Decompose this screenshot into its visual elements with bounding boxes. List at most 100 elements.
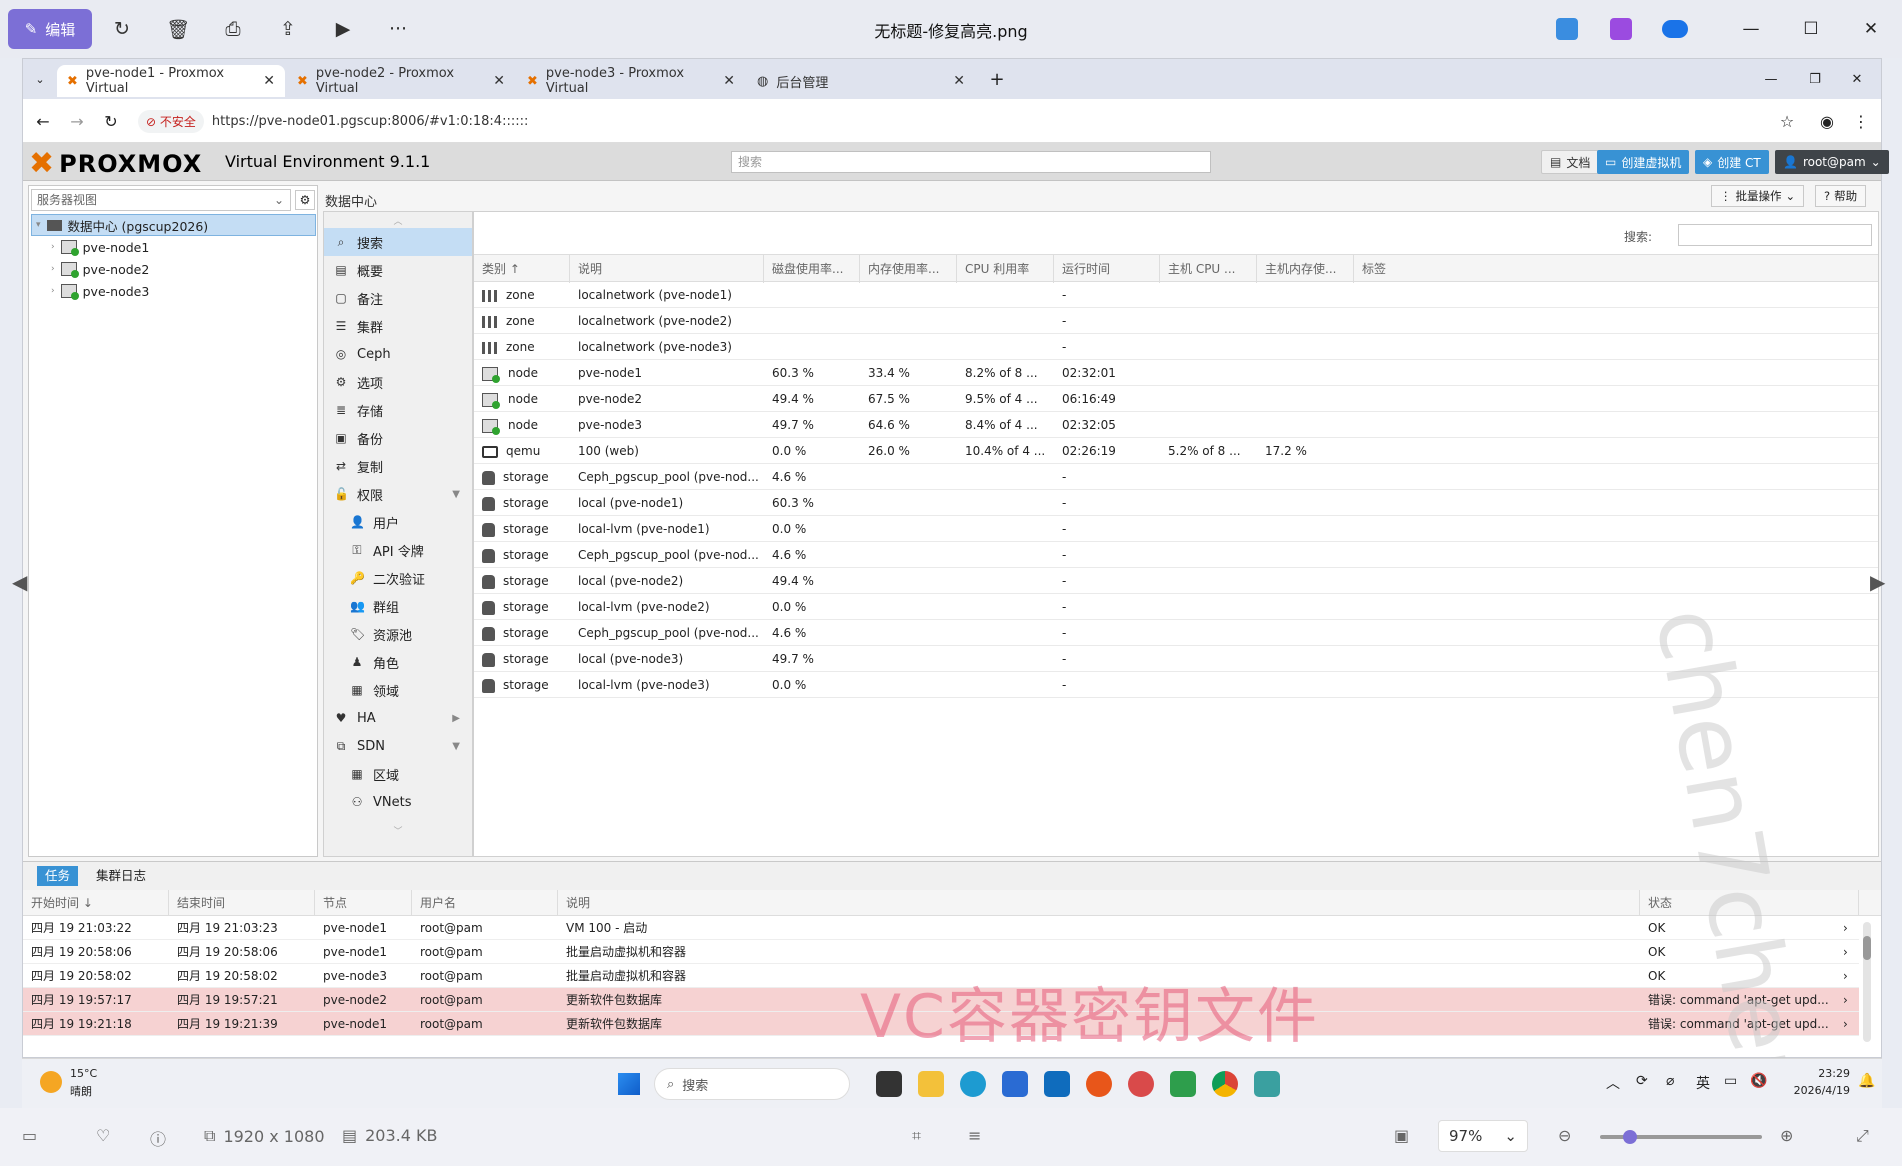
- scan-icon[interactable]: ⌗: [912, 1126, 921, 1146]
- task-row[interactable]: 四月 19 19:21:18 四月 19 19:21:39 pve-node1 roo…: [23, 1012, 1859, 1036]
- column-header-memory[interactable]: 内存使用率...: [860, 255, 957, 283]
- grid-row[interactable]: zone localnetwork (pve-node1) -: [474, 282, 1878, 308]
- menu-item-storage[interactable]: ≣ 存储: [324, 396, 472, 424]
- tray-display-icon[interactable]: ▭: [1724, 1073, 1737, 1089]
- back-icon[interactable]: ←: [31, 109, 55, 133]
- insecure-badge[interactable]: ⊘ 不安全: [138, 109, 204, 133]
- scroll-up-icon[interactable]: ︿: [324, 212, 472, 228]
- tab-close-icon[interactable]: ✕: [953, 73, 965, 89]
- chevron-right-icon[interactable]: ›: [1835, 916, 1855, 940]
- tree-item-pve-node1[interactable]: › pve-node1: [31, 236, 316, 258]
- chevron-right-icon[interactable]: ›: [1835, 964, 1855, 988]
- forward-icon[interactable]: →: [65, 109, 89, 133]
- bulk-actions-button[interactable]: ⋮ 批量操作 ⌄: [1711, 185, 1805, 207]
- menu-item-replication[interactable]: ⇄ 复制: [324, 452, 472, 480]
- column-header-node[interactable]: 节点: [315, 890, 412, 916]
- global-search-input[interactable]: 搜索: [731, 151, 1211, 173]
- menu-item-vnets[interactable]: ⚇ VNets: [324, 788, 472, 816]
- tab-cluster-log[interactable]: 集群日志: [88, 866, 154, 886]
- browser-close-button[interactable]: ✕: [1845, 67, 1869, 91]
- tab-pve-node2[interactable]: ✖ pve-node2 - Proxmox Virtual ✕: [287, 65, 515, 97]
- scroll-down-icon[interactable]: ﹀: [324, 822, 472, 838]
- app-store-icon[interactable]: [1002, 1071, 1028, 1097]
- clipchamp-icon[interactable]: [1610, 18, 1632, 40]
- column-header-description[interactable]: 说明: [570, 255, 764, 283]
- app-vc-icon[interactable]: [1254, 1071, 1280, 1097]
- app-terminal-icon[interactable]: [876, 1071, 902, 1097]
- tab-pve-node3[interactable]: ✖ pve-node3 - Proxmox Virtual ✕: [517, 65, 745, 97]
- filmstrip-icon[interactable]: ▭: [22, 1126, 37, 1145]
- grid-row[interactable]: node pve-node3 49.7 % 64.6 % 8.4% of 4 ... 02…: [474, 412, 1878, 438]
- app-outlook-icon[interactable]: [1044, 1071, 1070, 1097]
- tab-search-icon[interactable]: ⌄: [29, 67, 51, 91]
- menu-item-permissions[interactable]: 🔓 权限 ▼: [324, 480, 472, 508]
- grid-row[interactable]: storage local (pve-node1) 60.3 % -: [474, 490, 1878, 516]
- tree-toggle-icon[interactable]: ›: [51, 286, 55, 296]
- grid-row[interactable]: storage local-lvm (pve-node2) 0.0 % -: [474, 594, 1878, 620]
- clock-date[interactable]: 2026/4/19: [1782, 1084, 1850, 1097]
- taskbar-search[interactable]: ⌕ 搜索: [654, 1068, 850, 1100]
- more-button[interactable]: ···: [384, 15, 412, 43]
- close-button[interactable]: ✕: [1846, 9, 1896, 49]
- column-header-uptime[interactable]: 运行时间: [1054, 255, 1160, 283]
- task-row[interactable]: 四月 19 21:03:22 四月 19 21:03:23 pve-node1 roo…: [23, 916, 1859, 940]
- create-vm-button[interactable]: ▭ 创建虚拟机: [1597, 150, 1690, 174]
- gear-icon[interactable]: ⚙: [295, 190, 315, 210]
- onedrive-icon[interactable]: [1662, 20, 1688, 38]
- menu-item-notes[interactable]: ▢ 备注: [324, 284, 472, 312]
- profile-icon[interactable]: ◉: [1815, 109, 1839, 133]
- chevron-right-icon[interactable]: ▶: [452, 713, 460, 724]
- chevron-right-icon[interactable]: ›: [1835, 1012, 1855, 1036]
- chevron-down-icon[interactable]: ▼: [452, 489, 460, 500]
- minimize-button[interactable]: —: [1726, 9, 1776, 49]
- slideshow-icon[interactable]: ▶: [329, 15, 357, 43]
- weather-icon[interactable]: [40, 1071, 62, 1093]
- bookmark-star-icon[interactable]: ☆: [1775, 109, 1799, 133]
- menu-item-sdn[interactable]: ⧉ SDN ▼: [324, 732, 472, 760]
- photos-app-icon[interactable]: [1556, 18, 1578, 40]
- tree-toggle-icon[interactable]: ›: [51, 264, 55, 274]
- chevron-right-icon[interactable]: ›: [1835, 940, 1855, 964]
- column-header-disk[interactable]: 磁盘使用率...: [764, 255, 860, 283]
- help-button[interactable]: ? 帮助: [1815, 185, 1867, 207]
- info-icon[interactable]: ⓘ: [150, 1126, 166, 1150]
- fullscreen-icon[interactable]: ⤢: [1856, 1126, 1869, 1146]
- create-ct-button[interactable]: ◈ 创建 CT: [1695, 150, 1769, 174]
- menu-item-summary[interactable]: ▤ 概要: [324, 256, 472, 284]
- tab-tasks[interactable]: 任务: [37, 866, 79, 886]
- task-row[interactable]: 四月 19 20:58:02 四月 19 20:58:02 pve-node3 roo…: [23, 964, 1859, 988]
- browser-minimize-button[interactable]: —: [1759, 67, 1783, 91]
- tray-chevron-up-icon[interactable]: ︿: [1606, 1073, 1620, 1093]
- grid-row[interactable]: storage Ceph_pgscup_pool (pve-nod... 4.6 %…: [474, 464, 1878, 490]
- zoom-select[interactable]: 97% ⌄: [1438, 1120, 1528, 1152]
- menu-item-roles[interactable]: ♟ 角色: [324, 648, 472, 676]
- app-edge-icon[interactable]: [960, 1071, 986, 1097]
- prev-image-icon[interactable]: ◀: [12, 570, 27, 594]
- column-header-type[interactable]: 类别 ↑: [474, 255, 570, 283]
- column-header-start[interactable]: 开始时间 ↓: [23, 890, 169, 916]
- tab-close-icon[interactable]: ✕: [263, 73, 275, 89]
- menu-item-backup[interactable]: ▣ 备份: [324, 424, 472, 452]
- tray-volume-icon[interactable]: 🔇: [1750, 1073, 1767, 1089]
- menu-item-search[interactable]: ⌕ 搜索: [324, 228, 472, 256]
- tree-item-pve-node3[interactable]: › pve-node3: [31, 280, 316, 302]
- zoom-slider-thumb[interactable]: [1623, 1130, 1637, 1144]
- menu-item-options[interactable]: ⚙ 选项: [324, 368, 472, 396]
- menu-item-realms[interactable]: ▦ 领域: [324, 676, 472, 704]
- task-row[interactable]: 四月 19 19:57:17 四月 19 19:57:21 pve-node2 roo…: [23, 988, 1859, 1012]
- grid-row[interactable]: zone localnetwork (pve-node3) -: [474, 334, 1878, 360]
- rotate-icon[interactable]: ↻: [108, 15, 136, 43]
- menu-item-users[interactable]: 👤 用户: [324, 508, 472, 536]
- url-field[interactable]: ⊘ 不安全 https://pve-node01.pgscup:8006/#v1…: [138, 107, 1778, 135]
- column-header-end[interactable]: 结束时间: [169, 890, 315, 916]
- column-header-cpu[interactable]: CPU 利用率: [957, 255, 1054, 283]
- browser-menu-icon[interactable]: ⋮: [1849, 109, 1873, 133]
- menu-item-pools[interactable]: 🏷 资源池: [324, 620, 472, 648]
- user-menu-button[interactable]: 👤 root@pam ⌄: [1775, 150, 1889, 174]
- fit-window-icon[interactable]: ▣: [1394, 1126, 1409, 1145]
- tree-item-pve-node2[interactable]: › pve-node2: [31, 258, 316, 280]
- tab-pve-node1[interactable]: ✖ pve-node1 - Proxmox Virtual ✕: [57, 65, 285, 97]
- favorite-heart-icon[interactable]: ♡: [96, 1126, 110, 1145]
- tray-sync-icon[interactable]: ⟳: [1636, 1073, 1648, 1089]
- notification-bell-icon[interactable]: 🔔: [1858, 1073, 1875, 1089]
